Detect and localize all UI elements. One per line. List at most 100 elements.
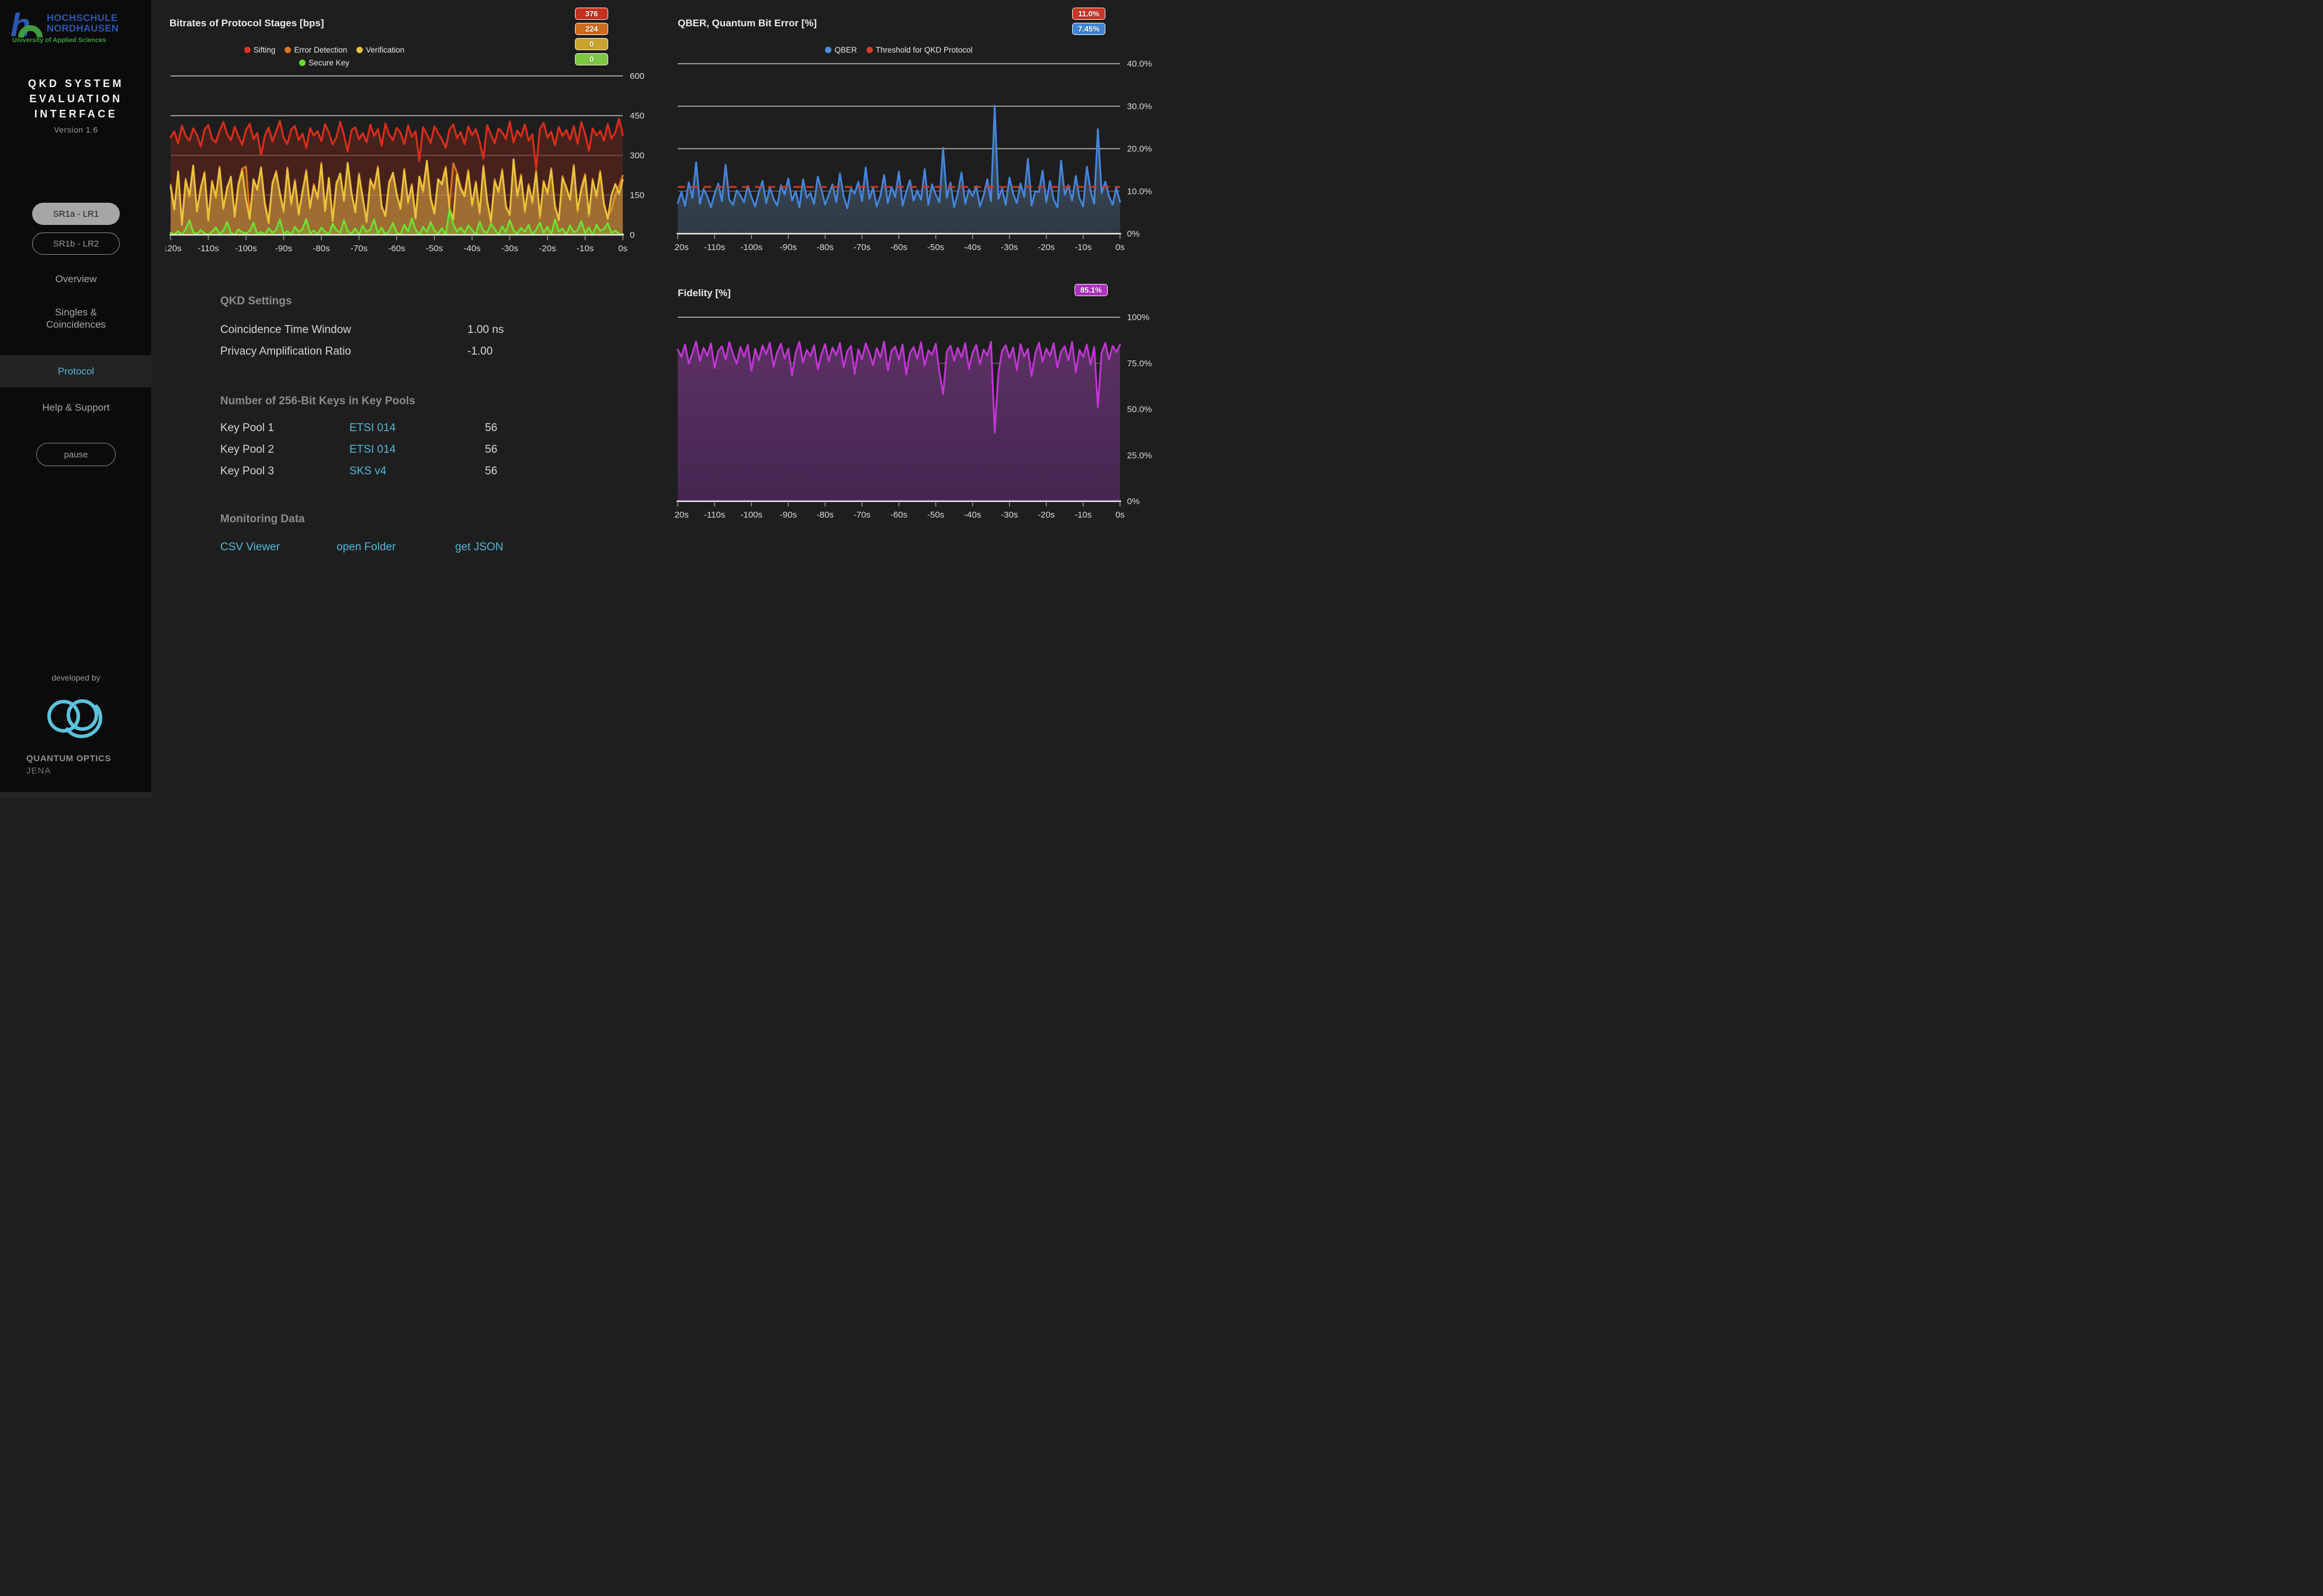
svg-text:-50s: -50s	[927, 242, 944, 252]
svg-text:-70s: -70s	[854, 242, 871, 252]
open-folder-link[interactable]: open Folder	[337, 541, 396, 554]
legend-qber-label: QBER	[834, 46, 857, 54]
svg-text:0: 0	[630, 230, 635, 240]
pause-button[interactable]: pause	[36, 443, 116, 466]
svg-text:-30s: -30s	[501, 244, 518, 254]
bitrates-legend-row2: Secure Key	[169, 58, 479, 67]
bitrates-legend-row1: Sifting Error Detection Verification	[169, 46, 479, 54]
svg-text:-40s: -40s	[463, 244, 480, 254]
svg-text:-100s: -100s	[740, 242, 762, 252]
svg-text:-20s: -20s	[1038, 510, 1055, 520]
svg-text:100%: 100%	[1127, 313, 1149, 322]
fidelity-chart: 100%75.0%50.0%25.0%0%-120s-110s-100s-90s…	[674, 311, 1162, 536]
svg-text:-40s: -40s	[964, 242, 981, 252]
svg-text:150: 150	[630, 190, 644, 200]
coincidence-time-window-label: Coincidence Time Window	[220, 324, 351, 336]
key-pool-1-count: 56	[485, 422, 497, 435]
bitrates-chart: 6004503001500-120s-110s-100s-90s-80s-70s…	[165, 70, 662, 263]
bitrates-badge-stack: 376 224 0 0	[575, 8, 608, 65]
svg-text:-50s: -50s	[426, 244, 443, 254]
key-pool-2-count: 56	[485, 443, 497, 456]
svg-text:-90s: -90s	[275, 244, 292, 254]
secure-key-value-badge: 0	[575, 53, 608, 65]
svg-text:-20s: -20s	[539, 244, 556, 254]
svg-text:-60s: -60s	[890, 242, 907, 252]
app-window: h HOCHSCHULE NORDHAUSEN University of Ap…	[0, 0, 1162, 798]
verification-dot-icon	[356, 47, 363, 53]
secure-key-dot-icon	[299, 60, 306, 66]
qkd-settings-heading: QKD Settings	[220, 295, 292, 308]
legend-sifting-label: Sifting	[254, 46, 276, 54]
key-pools-heading: Number of 256-Bit Keys in Key Pools	[220, 395, 415, 408]
qber-chart: 40.0%30.0%20.0%10.0%0%-120s-110s-100s-90…	[674, 58, 1162, 262]
sifting-dot-icon	[244, 47, 251, 53]
get-json-link[interactable]: get JSON	[455, 541, 503, 554]
legend-sifting: Sifting	[244, 46, 276, 54]
svg-text:40.0%: 40.0%	[1127, 59, 1152, 69]
qber-legend-row: QBER Threshold for QKD Protocol	[678, 46, 1120, 54]
hochschule-nordhausen-logo: h HOCHSCHULE NORDHAUSEN University of Ap…	[11, 8, 144, 43]
quantum-optics-jena-logo	[44, 691, 108, 747]
key-pool-1-label: Key Pool 1	[220, 422, 274, 435]
svg-text:-120s: -120s	[165, 244, 182, 254]
key-pool-2-label: Key Pool 2	[220, 443, 274, 456]
svg-text:-20s: -20s	[1038, 242, 1055, 252]
version-label: Version 1.6	[0, 125, 152, 134]
link-button-sr1a-lr1[interactable]: SR1a - LR1	[32, 203, 120, 225]
sidebar-item-singles-coincidences[interactable]: Singles & Coincidences	[0, 306, 152, 331]
developed-by-label: developed by	[0, 673, 152, 682]
company-name: QUANTUM OPTICS	[26, 754, 137, 764]
svg-text:-60s: -60s	[388, 244, 405, 254]
monitoring-data-heading: Monitoring Data	[220, 513, 305, 526]
key-pool-2-protocol-link[interactable]: ETSI 014	[349, 443, 396, 456]
svg-text:-30s: -30s	[1001, 242, 1018, 252]
sidebar-item-protocol[interactable]: Protocol	[0, 355, 152, 387]
threshold-dot-icon	[866, 47, 873, 53]
sidebar-item-help-support[interactable]: Help & Support	[0, 401, 152, 414]
csv-viewer-link[interactable]: CSV Viewer	[220, 541, 280, 554]
svg-text:-10s: -10s	[577, 244, 594, 254]
svg-text:-10s: -10s	[1074, 242, 1091, 252]
svg-text:-110s: -110s	[197, 244, 219, 254]
legend-verification: Verification	[356, 46, 404, 54]
logo-line1: HOCHSCHULE	[47, 13, 117, 23]
privacy-amplification-ratio-value: -1.00	[467, 345, 493, 358]
app-title-line1: QKD SYSTEM	[0, 76, 152, 91]
svg-text:0%: 0%	[1127, 229, 1140, 239]
svg-text:-120s: -120s	[674, 242, 689, 252]
svg-text:-10s: -10s	[1074, 510, 1091, 520]
svg-text:-80s: -80s	[313, 244, 330, 254]
svg-text:0s: 0s	[1115, 510, 1125, 520]
verification-value-badge: 0	[575, 38, 608, 50]
error-detection-dot-icon	[285, 47, 291, 53]
svg-text:-40s: -40s	[964, 510, 981, 520]
bitrates-chart-title: Bitrates of Protocol Stages [bps]	[169, 18, 324, 29]
singles-line1: Singles &	[0, 306, 152, 318]
svg-text:50.0%: 50.0%	[1127, 405, 1152, 415]
svg-text:-90s: -90s	[780, 242, 797, 252]
fidelity-chart-title: Fidelity [%]	[678, 287, 731, 299]
threshold-value-badge: 11.0%	[1072, 8, 1105, 20]
key-pool-1-protocol-link[interactable]: ETSI 014	[349, 422, 396, 435]
key-pool-3-protocol-link[interactable]: SKS v4	[349, 465, 386, 478]
app-title: QKD SYSTEM EVALUATION INTERFACE	[0, 76, 152, 122]
fidelity-badge-stack: 85.1%	[1074, 284, 1108, 296]
company-city: JENA	[26, 766, 137, 776]
legend-secure-key: Secure Key	[299, 58, 349, 67]
sidebar-item-overview[interactable]: Overview	[0, 273, 152, 285]
svg-text:-70s: -70s	[351, 244, 367, 254]
svg-text:0s: 0s	[618, 244, 627, 254]
error-detection-value-badge: 224	[575, 23, 608, 35]
fidelity-value-badge: 85.1%	[1074, 284, 1108, 296]
svg-text:-120s: -120s	[674, 510, 689, 520]
link-button-sr1b-lr2[interactable]: SR1b - LR2	[32, 233, 120, 255]
svg-text:-70s: -70s	[854, 510, 871, 520]
qber-value-badge: 7.45%	[1072, 23, 1105, 35]
svg-text:-110s: -110s	[704, 242, 725, 252]
legend-threshold: Threshold for QKD Protocol	[866, 46, 973, 54]
sifting-value-badge: 376	[575, 8, 608, 20]
logo-subtitle: University of Applied Sciences	[12, 37, 106, 43]
sidebar: h HOCHSCHULE NORDHAUSEN University of Ap…	[0, 0, 152, 798]
svg-text:10.0%: 10.0%	[1127, 186, 1152, 196]
svg-text:75.0%: 75.0%	[1127, 359, 1152, 369]
